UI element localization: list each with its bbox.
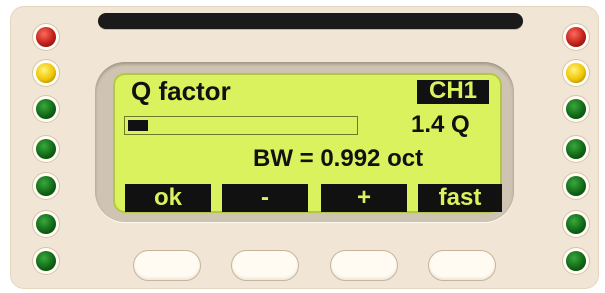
left-led-6: [36, 214, 56, 234]
left-led-2: [36, 63, 56, 83]
q-value: 1.4 Q: [411, 111, 470, 138]
left-led-7: [36, 251, 56, 271]
right-led-3: [566, 99, 586, 119]
channel-label: CH1: [428, 77, 477, 104]
right-led-7: [566, 251, 586, 271]
right-led-5: [566, 176, 586, 196]
q-level-fill: [128, 120, 148, 131]
q-level-meter: [124, 116, 358, 135]
ok-button[interactable]: [133, 250, 201, 281]
right-led-6: [566, 214, 586, 234]
softkey-label-minus: -: [222, 184, 308, 212]
bandwidth-readout: BW = 0.992 oct: [253, 145, 424, 172]
top-slot: [98, 13, 523, 29]
right-led-1: [566, 27, 586, 47]
parameter-title: Q factor: [131, 76, 231, 106]
left-led-1: [36, 27, 56, 47]
minus-button[interactable]: [231, 250, 299, 281]
softkey-label-ok: ok: [125, 184, 211, 212]
left-led-4: [36, 139, 56, 159]
plus-button[interactable]: [330, 250, 398, 281]
left-led-3: [36, 99, 56, 119]
softkey-label-plus: +: [321, 184, 407, 212]
softkey-label-fast: fast: [418, 184, 502, 212]
fast-button[interactable]: [428, 250, 496, 281]
right-led-2: [566, 63, 586, 83]
right-led-4: [566, 139, 586, 159]
left-led-5: [36, 176, 56, 196]
